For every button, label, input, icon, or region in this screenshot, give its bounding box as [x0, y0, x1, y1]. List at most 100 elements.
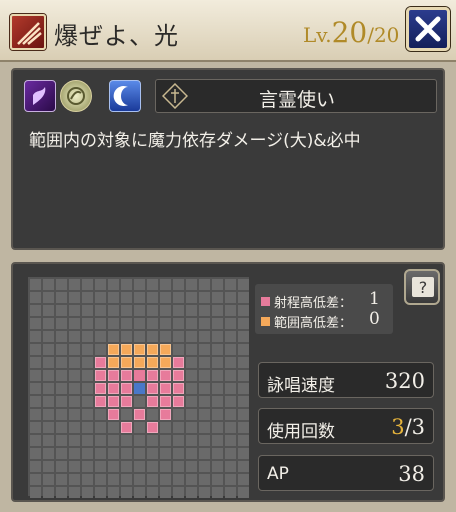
grid-cell	[43, 279, 54, 290]
grid-cell	[238, 331, 249, 342]
close-button[interactable]	[406, 7, 450, 51]
grid-cell	[199, 370, 210, 381]
grid-cell	[43, 383, 54, 394]
grid-cell	[69, 318, 80, 329]
grid-cell	[212, 357, 223, 368]
grid-cell	[199, 331, 210, 342]
range-cell	[108, 383, 119, 394]
grid-cell	[69, 474, 80, 485]
range-cell	[121, 396, 132, 407]
cast-speed-label: 詠唱速度	[267, 376, 335, 396]
grid-cell	[186, 409, 197, 420]
grid-cell	[212, 331, 223, 342]
range-cell	[173, 357, 184, 368]
grid-cell	[225, 370, 236, 381]
grid-cell	[134, 461, 145, 472]
grid-cell	[238, 422, 249, 433]
grid-cell	[82, 357, 93, 368]
help-button[interactable]: ?	[404, 269, 440, 305]
grid-cell	[56, 474, 67, 485]
grid-cell	[108, 435, 119, 446]
grid-cell	[95, 331, 106, 342]
grid-cell	[134, 448, 145, 459]
grid-cell	[108, 305, 119, 316]
grid-cell	[69, 487, 80, 498]
range-cell	[160, 370, 171, 381]
grid-cell	[147, 409, 158, 420]
grid-cell	[95, 292, 106, 303]
grid-cell	[82, 435, 93, 446]
grid-cell	[30, 409, 41, 420]
grid-cell	[186, 448, 197, 459]
grid-cell	[173, 279, 184, 290]
skill-range-panel: 射程高低差： 1 範囲高低差： 0 ? 詠唱速度 320 使用回数 3/3 AP…	[11, 262, 445, 502]
grid-cell	[82, 305, 93, 316]
svg-text:?: ?	[419, 278, 428, 297]
area-cell	[108, 344, 119, 355]
grid-cell	[43, 331, 54, 342]
grid-cell	[121, 461, 132, 472]
grid-cell	[134, 487, 145, 498]
grid-cell	[30, 461, 41, 472]
area-elevation-value: 0	[369, 309, 380, 329]
grid-cell	[225, 474, 236, 485]
grid-cell	[225, 409, 236, 420]
grid-cell	[147, 448, 158, 459]
grid-cell	[238, 305, 249, 316]
grid-cell	[43, 344, 54, 355]
grid-cell	[186, 383, 197, 394]
grid-cell	[199, 474, 210, 485]
grid-cell	[225, 318, 236, 329]
grid-cell	[160, 435, 171, 446]
grid-cell	[82, 370, 93, 381]
grid-cell	[121, 292, 132, 303]
grid-cell	[43, 357, 54, 368]
dark-element-icon	[24, 80, 56, 112]
grid-cell	[108, 422, 119, 433]
grid-cell	[134, 435, 145, 446]
grid-cell	[199, 383, 210, 394]
grid-cell	[56, 344, 67, 355]
skill-header: 爆ぜよ、光 Lv.20/20	[0, 0, 456, 62]
range-grid	[28, 277, 249, 498]
range-cell	[147, 383, 158, 394]
grid-cell	[121, 279, 132, 290]
grid-cell	[212, 383, 223, 394]
grid-cell	[134, 318, 145, 329]
range-cell	[108, 370, 119, 381]
area-cell	[121, 357, 132, 368]
range-cell	[95, 357, 106, 368]
grid-cell	[160, 487, 171, 498]
grid-cell	[238, 318, 249, 329]
grid-cell	[238, 279, 249, 290]
grid-cell	[108, 331, 119, 342]
range-cell	[173, 370, 184, 381]
grid-cell	[108, 461, 119, 472]
grid-cell	[134, 305, 145, 316]
grid-cell	[199, 487, 210, 498]
grid-cell	[56, 487, 67, 498]
grid-cell	[212, 409, 223, 420]
grid-cell	[199, 279, 210, 290]
grid-cell	[95, 344, 106, 355]
grid-cell	[108, 318, 119, 329]
range-cell	[121, 370, 132, 381]
range-cell	[121, 422, 132, 433]
grid-cell	[212, 370, 223, 381]
uses-label: 使用回数	[267, 422, 335, 442]
grid-cell	[121, 448, 132, 459]
grid-cell	[56, 292, 67, 303]
grid-cell	[186, 305, 197, 316]
range-cell	[173, 396, 184, 407]
grid-cell	[238, 396, 249, 407]
grid-cell	[199, 357, 210, 368]
grid-cell	[43, 435, 54, 446]
grid-cell	[238, 461, 249, 472]
grid-cell	[108, 292, 119, 303]
grid-cell	[43, 487, 54, 498]
grid-cell	[56, 383, 67, 394]
grid-cell	[147, 435, 158, 446]
grid-cell	[95, 487, 106, 498]
grid-cell	[30, 344, 41, 355]
grid-cell	[147, 318, 158, 329]
